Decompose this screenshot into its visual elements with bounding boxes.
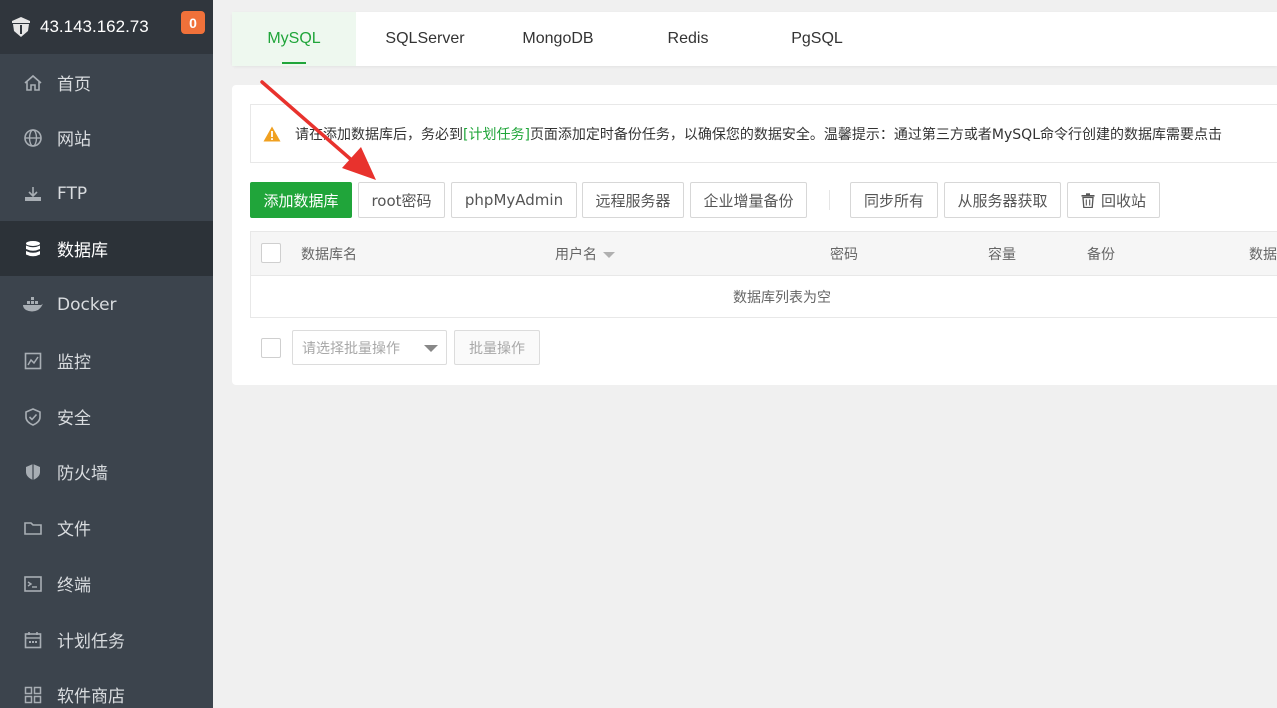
column-password: 密码 (830, 247, 858, 263)
database-icon (22, 238, 44, 260)
sidebar-item-label: 安全 (57, 409, 91, 429)
database-panel: 请在添加数据库后，务必到 [计划任务] 页面添加定时备份任务，以确保您的数据安全。温… (232, 85, 1277, 385)
terminal-icon (22, 573, 44, 595)
shield-icon (22, 406, 44, 428)
alert-text-before: 请在添加数据库后，务必到 (295, 126, 463, 143)
sync-all-button[interactable]: 同步所有 (850, 182, 938, 218)
column-data: 数据 (1249, 247, 1277, 263)
recycle-bin-button[interactable]: 回收站 (1067, 182, 1160, 218)
docker-icon (22, 294, 44, 316)
sidebar-item-ftp[interactable]: FTP (0, 166, 213, 221)
globe-icon (22, 127, 44, 149)
server-ip: 43.143.162.73 (40, 17, 149, 36)
ftp-icon (22, 183, 44, 205)
sort-down-icon (603, 252, 615, 258)
sidebar-item-label: 软件商店 (57, 687, 125, 707)
database-type-tabs: MySQL SQLServer MongoDB Redis PgSQL (232, 12, 1277, 66)
sidebar-item-label: 数据库 (57, 241, 108, 261)
batch-operation-select[interactable]: 请选择批量操作 (292, 330, 447, 365)
backup-warning-alert: 请在添加数据库后，务必到 [计划任务] 页面添加定时备份任务，以确保您的数据安全。温… (250, 104, 1277, 163)
enterprise-backup-button[interactable]: 企业增量备份 (690, 182, 807, 218)
sidebar-item-cron[interactable]: 计划任务 (0, 612, 213, 667)
phpmyadmin-button[interactable]: phpMyAdmin (451, 182, 577, 218)
batch-select-placeholder: 请选择批量操作 (302, 340, 400, 357)
tab-sqlserver[interactable]: SQLServer (362, 12, 488, 66)
firewall-icon (22, 461, 44, 483)
server-logo-icon (12, 17, 30, 37)
apps-icon (22, 684, 44, 706)
remote-server-button[interactable]: 远程服务器 (582, 182, 684, 218)
select-all-checkbox[interactable] (261, 243, 281, 263)
sidebar-item-label: 终端 (57, 576, 91, 596)
batch-operation-button[interactable]: 批量操作 (454, 330, 540, 365)
chevron-down-icon (424, 345, 438, 352)
sidebar-item-label: 防火墙 (57, 464, 108, 484)
table-header: 数据库名 用户名 密码 容量 备份 数据 (251, 232, 1277, 276)
column-backup: 备份 (1087, 247, 1115, 263)
tab-mongodb[interactable]: MongoDB (496, 12, 620, 66)
sidebar-item-home[interactable]: 首页 (0, 55, 213, 110)
server-header: 43.143.162.73 0 (0, 0, 213, 54)
sidebar-item-files[interactable]: 文件 (0, 500, 213, 555)
alert-text-after: 页面添加定时备份任务，以确保您的数据安全。温馨提示：通过第三方或者MySQL命令… (529, 126, 1223, 143)
column-database-name[interactable]: 数据库名 (301, 232, 357, 276)
tab-mysql[interactable]: MySQL (232, 12, 356, 66)
sidebar-item-docker[interactable]: Docker (0, 277, 213, 332)
monitor-icon (22, 350, 44, 372)
sidebar-item-website[interactable]: 网站 (0, 110, 213, 165)
column-username[interactable]: 用户名 (555, 232, 615, 276)
sidebar-item-label: 网站 (57, 130, 91, 150)
sidebar-item-label: Docker (57, 294, 117, 315)
tab-pgsql[interactable]: PgSQL (756, 12, 878, 66)
cron-task-link[interactable]: [计划任务] (463, 124, 530, 144)
sidebar-item-label: 计划任务 (57, 632, 125, 652)
column-username-label: 用户名 (555, 247, 597, 263)
sidebar-item-label: 文件 (57, 520, 91, 540)
root-password-button[interactable]: root密码 (358, 182, 445, 218)
toolbar-divider (829, 190, 830, 210)
recycle-bin-label: 回收站 (1100, 191, 1146, 210)
calendar-icon (22, 629, 44, 651)
notification-badge[interactable]: 0 (181, 11, 205, 34)
sidebar-item-label: 首页 (57, 75, 91, 95)
column-size: 容量 (988, 247, 1016, 263)
sidebar-item-label: 监控 (57, 353, 91, 373)
sidebar: 43.143.162.73 0 首页 网站 FTP 数据库 Docker 监控 … (0, 0, 213, 708)
sidebar-item-security[interactable]: 安全 (0, 389, 213, 444)
sidebar-item-label: FTP (57, 183, 88, 204)
sidebar-item-app-store[interactable]: 软件商店 (0, 667, 213, 708)
trash-icon (1081, 192, 1095, 208)
folder-icon (22, 517, 44, 539)
sidebar-item-database[interactable]: 数据库 (0, 221, 213, 276)
empty-table-message: 数据库列表为空 (733, 290, 831, 306)
home-icon (22, 72, 44, 94)
database-table: 数据库名 用户名 密码 容量 备份 数据 数据库列表为空 (250, 231, 1277, 318)
add-database-button[interactable]: 添加数据库 (250, 182, 352, 218)
sidebar-item-monitor[interactable]: 监控 (0, 333, 213, 388)
batch-select-checkbox[interactable] (261, 338, 281, 358)
fetch-from-server-button[interactable]: 从服务器获取 (944, 182, 1061, 218)
sidebar-item-terminal[interactable]: 终端 (0, 556, 213, 611)
warning-icon (263, 126, 281, 141)
tab-redis[interactable]: Redis (628, 12, 748, 66)
sidebar-item-firewall[interactable]: 防火墙 (0, 444, 213, 499)
